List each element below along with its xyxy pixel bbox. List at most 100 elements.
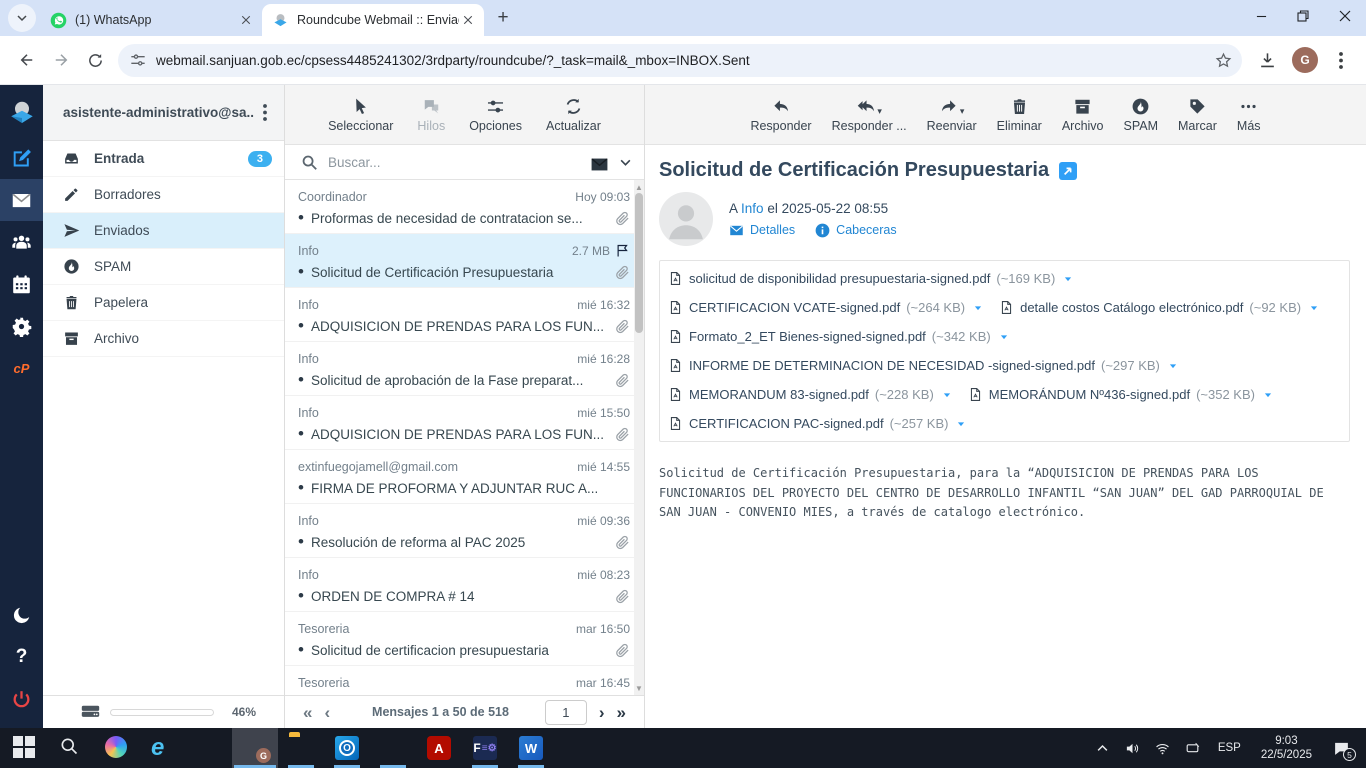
page-number-input[interactable]	[545, 700, 587, 725]
attachment-menu-caret-icon[interactable]	[1168, 361, 1178, 371]
dropdown-caret-icon[interactable]: ▾	[877, 106, 882, 116]
folder-entrada[interactable]: Entrada 3	[43, 141, 284, 177]
browser-menu-button[interactable]	[1326, 43, 1356, 77]
rail-item-compose[interactable]	[0, 137, 43, 179]
message-list-item[interactable]: Info mié 16:32 • ADQUISICION DE PRENDAS …	[285, 288, 634, 342]
notification-center-button[interactable]: 5	[1324, 728, 1358, 768]
attachment-menu-caret-icon[interactable]	[942, 390, 952, 400]
message-toolbar-forward[interactable]: ▾ Reenviar	[918, 96, 986, 133]
url-text[interactable]: webmail.sanjuan.gob.ec/cpsess4485241302/…	[156, 53, 1215, 68]
scroll-up-icon[interactable]: ▲	[634, 182, 644, 192]
attachment-item[interactable]: detalle costos Catálogo electrónico.pdf …	[999, 293, 1335, 322]
message-toolbar-archive[interactable]: Archivo	[1053, 96, 1113, 133]
attachment-menu-caret-icon[interactable]	[1063, 274, 1073, 284]
list-toolbar-options[interactable]: Opciones	[460, 96, 531, 133]
site-controls-icon[interactable]	[130, 52, 146, 68]
message-list-item[interactable]: Coordinador Hoy 09:03 • Proformas de nec…	[285, 180, 634, 234]
scroll-down-icon[interactable]: ▼	[634, 683, 644, 693]
downloads-button[interactable]	[1250, 43, 1284, 77]
message-list-item[interactable]: Info mié 08:23 • ORDEN DE COMPRA # 14	[285, 558, 634, 612]
rail-item-help[interactable]: ?	[0, 636, 43, 678]
folder-papelera[interactable]: Papelera	[43, 285, 284, 321]
rail-item-cpanel[interactable]: cP	[0, 347, 43, 389]
restore-button[interactable]	[1282, 0, 1324, 32]
message-toolbar-reply-all[interactable]: ▾ Responder ...	[823, 96, 916, 133]
reload-button[interactable]	[78, 43, 112, 77]
rail-item-settings[interactable]	[0, 305, 43, 347]
browser-tab[interactable]: (1) WhatsApp	[40, 4, 262, 36]
list-toolbar-select[interactable]: Seleccionar	[319, 96, 402, 133]
forward-button[interactable]	[44, 43, 78, 77]
message-toolbar-mark[interactable]: Marcar	[1169, 96, 1226, 133]
message-list-item[interactable]: Info mié 09:36 • Resolución de reforma a…	[285, 504, 634, 558]
back-button[interactable]	[10, 43, 44, 77]
taskbar-internet-explorer[interactable]: e	[140, 728, 186, 768]
list-toolbar-threads[interactable]: Hilos	[408, 96, 454, 133]
taskbar-start[interactable]	[2, 728, 48, 768]
search-scope-mail-icon[interactable]	[590, 155, 609, 170]
rail-item-calendar[interactable]	[0, 263, 43, 305]
account-menu-icon[interactable]	[254, 102, 276, 124]
rail-item-mail[interactable]	[0, 179, 43, 221]
bookmark-star-icon[interactable]	[1215, 52, 1232, 69]
attachment-menu-caret-icon[interactable]	[973, 303, 983, 313]
taskbar-word[interactable]: W	[508, 728, 554, 768]
attachment-menu-caret-icon[interactable]	[999, 332, 1009, 342]
taskbar-chrome[interactable]: G	[232, 728, 278, 768]
message-list-item[interactable]: Info mié 15:50 • ADQUISICION DE PRENDAS …	[285, 396, 634, 450]
list-scrollbar[interactable]: ▲ ▼	[634, 180, 644, 695]
taskbar-copilot[interactable]	[94, 728, 140, 768]
taskbar-edge[interactable]	[186, 728, 232, 768]
minimize-button[interactable]	[1240, 0, 1282, 32]
attachment-menu-caret-icon[interactable]	[956, 419, 966, 429]
wifi-icon[interactable]	[1150, 728, 1176, 768]
message-toolbar-spam[interactable]: SPAM	[1115, 96, 1168, 133]
taskbar-fes-app[interactable]: F≡⚙	[462, 728, 508, 768]
new-tab-button[interactable]: +	[490, 5, 516, 31]
attachment-item[interactable]: solicitud de disponibilidad presupuestar…	[668, 264, 1089, 293]
first-page-button[interactable]: «	[297, 704, 318, 721]
rail-item-logout[interactable]	[0, 678, 43, 720]
folder-borradores[interactable]: Borradores	[43, 177, 284, 213]
rail-item-dark-mode[interactable]	[0, 594, 43, 636]
message-toolbar-reply[interactable]: Responder	[741, 96, 820, 133]
tab-search-button[interactable]	[8, 4, 36, 32]
taskbar-file-explorer[interactable]	[278, 728, 324, 768]
display-connect-icon[interactable]	[1180, 728, 1206, 768]
folder-enviados[interactable]: Enviados	[43, 213, 284, 249]
message-list-item[interactable]: Info mié 16:28 • Solicitud de aprobación…	[285, 342, 634, 396]
close-window-button[interactable]	[1324, 0, 1366, 32]
list-toolbar-refresh[interactable]: Actualizar	[537, 96, 610, 133]
headers-link[interactable]: Cabeceras	[815, 223, 896, 238]
browser-tab[interactable]: Roundcube Webmail :: Enviados	[262, 4, 484, 36]
volume-icon[interactable]	[1120, 728, 1146, 768]
message-list-item[interactable]: Tesoreria mar 16:50 • Solicitud de certi…	[285, 612, 634, 666]
folder-spam[interactable]: SPAM	[43, 249, 284, 285]
last-page-button[interactable]: »	[611, 704, 632, 721]
attachment-item[interactable]: MEMORÁNDUM Nº436-signed.pdf (~352 KB)	[968, 380, 1289, 409]
message-list-item[interactable]: Info 2.7 MB • Solicitud de Certificación…	[285, 234, 634, 288]
taskbar-search[interactable]	[48, 728, 94, 768]
rail-item-contacts[interactable]	[0, 221, 43, 263]
recipient-link[interactable]: Info	[741, 201, 764, 216]
address-bar[interactable]: webmail.sanjuan.gob.ec/cpsess4485241302/…	[118, 44, 1242, 77]
taskbar-firefox[interactable]	[370, 728, 416, 768]
prev-page-button[interactable]: ‹	[318, 704, 336, 721]
keyboard-language[interactable]: ESP	[1210, 742, 1249, 754]
attachment-item[interactable]: CERTIFICACION VCATE-signed.pdf (~264 KB)	[668, 293, 999, 322]
tab-close-icon[interactable]	[237, 12, 254, 29]
scroll-thumb[interactable]	[635, 193, 643, 333]
details-link[interactable]: Detalles	[729, 223, 795, 238]
tab-close-icon[interactable]	[459, 12, 476, 29]
message-list-item[interactable]: extinfuegojamell@gmail.com mié 14:55 • F…	[285, 450, 634, 504]
attachment-item[interactable]: INFORME DE DETERMINACION DE NECESIDAD -s…	[668, 351, 1194, 380]
taskbar-outlook[interactable]: O	[324, 728, 370, 768]
message-toolbar-more[interactable]: Más	[1228, 96, 1270, 133]
taskbar-acrobat[interactable]: A	[416, 728, 462, 768]
search-options-chevron-icon[interactable]	[619, 156, 632, 169]
search-input[interactable]	[328, 155, 590, 170]
profile-avatar[interactable]: G	[1292, 47, 1318, 73]
attachment-menu-caret-icon[interactable]	[1309, 303, 1319, 313]
dropdown-caret-icon[interactable]: ▾	[960, 106, 965, 116]
attachment-item[interactable]: Formato_2_ET Bienes-signed-signed.pdf (~…	[668, 322, 1025, 351]
